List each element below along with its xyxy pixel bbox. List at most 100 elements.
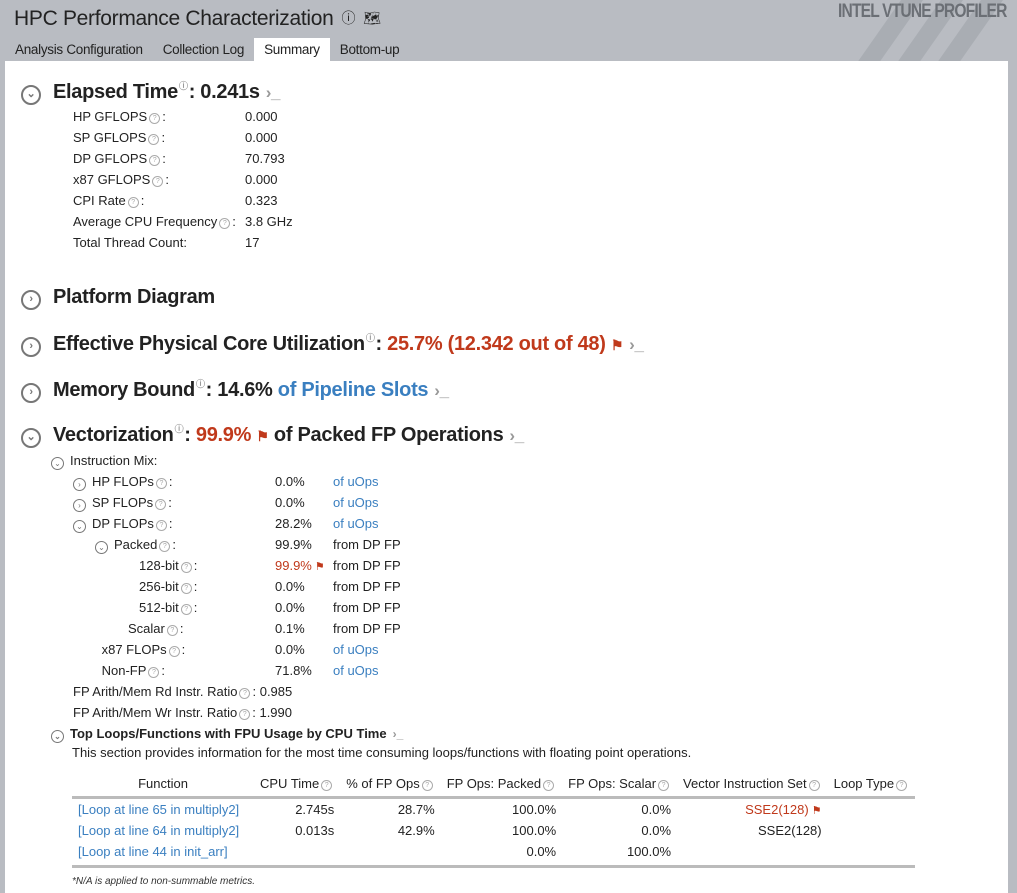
function-link[interactable]: [Loop at line 64 in multiply2] — [72, 820, 254, 841]
mix-value: 0.0% — [275, 600, 305, 615]
column-header[interactable]: FP Ops: Scalar? — [562, 773, 678, 799]
help-icon[interactable]: ? — [808, 780, 820, 791]
mix-unit[interactable]: of uOps — [333, 642, 379, 657]
help-icon[interactable]: ? — [180, 562, 192, 573]
collapse-icon[interactable]: ⌄ — [21, 428, 41, 448]
tab-summary[interactable]: Summary — [254, 38, 330, 61]
metric-label: SP GFLOPS?: — [73, 130, 166, 145]
help-icon[interactable]: ? — [155, 499, 167, 510]
help-icon[interactable]: ? — [180, 583, 192, 594]
column-header[interactable]: CPU Time? — [254, 773, 341, 799]
column-header[interactable]: % of FP Ops? — [340, 773, 441, 799]
help-icon[interactable]: ? — [166, 625, 178, 636]
help-icon[interactable]: ⓘ — [179, 79, 188, 92]
top-loops-description: This section provides information for th… — [72, 745, 692, 760]
column-header[interactable]: Loop Type? — [827, 773, 916, 799]
column-header[interactable]: Function — [72, 773, 254, 799]
collapse-icon[interactable]: ⌄ — [51, 730, 64, 743]
table-row[interactable]: [Loop at line 44 in init_arr] 0.0% 100.0% — [72, 841, 916, 868]
tab-collection-log[interactable]: Collection Log — [153, 38, 254, 61]
help-icon[interactable]: ⓘ — [175, 422, 184, 435]
mix-value: 71.8% — [275, 663, 312, 678]
table-cell: 100.0% — [562, 841, 678, 868]
help-icon[interactable]: ? — [543, 780, 555, 791]
terminal-icon[interactable]: ›_ — [434, 381, 449, 400]
table-header: Function CPU Time?% of FP Ops? FP Ops: Pac… — [72, 773, 916, 799]
help-icon[interactable]: ? — [152, 176, 164, 187]
help-icon[interactable]: ? — [155, 520, 167, 531]
help-icon[interactable]: ? — [148, 134, 160, 145]
help-icon[interactable]: ? — [321, 780, 333, 791]
table-row[interactable]: [Loop at line 64 in multiply2] 0.013s 42.9… — [72, 820, 915, 841]
help-icon[interactable]: ? — [149, 155, 161, 166]
table-cell — [827, 841, 916, 868]
help-icon[interactable]: ? — [180, 604, 192, 615]
map-icon[interactable]: 🗺 — [363, 10, 381, 27]
table-cell: 100.0% — [512, 802, 557, 817]
column-header[interactable]: Vector Instruction Set? — [677, 773, 828, 799]
page-title: HPC Performance Characterization ⓘ 🗺 — [14, 7, 381, 30]
help-icon[interactable]: ? — [149, 113, 161, 124]
help-icon[interactable]: ? — [219, 218, 231, 229]
mix-unit: from DP FP — [333, 621, 401, 636]
metric-label: HP GFLOPS?: — [73, 109, 166, 124]
terminal-icon[interactable]: ›_ — [629, 335, 644, 354]
flag-icon: ⚑ — [610, 337, 624, 353]
mix-label: 256-bit?: — [139, 579, 198, 594]
mix-label: › SP FLOPs?: — [73, 495, 172, 512]
help-icon[interactable]: ? — [159, 541, 171, 552]
metric-label: x87 GFLOPS?: — [73, 172, 169, 187]
expand-icon[interactable]: › — [73, 478, 86, 491]
function-link[interactable]: [Loop at line 65 in multiply2] — [72, 798, 254, 821]
mix-unit[interactable]: of uOps — [333, 516, 379, 531]
help-icon[interactable]: ? — [896, 780, 908, 791]
tab-analysis-configuration[interactable]: Analysis Configuration — [5, 38, 153, 61]
terminal-icon[interactable]: ›_ — [266, 83, 281, 102]
function-link[interactable]: [Loop at line 44 in init_arr] — [72, 841, 254, 868]
mix-unit[interactable]: of uOps — [333, 663, 379, 678]
expand-icon[interactable]: › — [21, 383, 41, 403]
terminal-icon[interactable]: ›_ — [509, 426, 524, 445]
metric-value: 0.000 — [245, 172, 278, 187]
top-loops-header: ⌄ Top Loops/Functions with FPU Usage by C… — [51, 726, 403, 743]
section-platform-diagram: › Platform Diagram — [21, 286, 215, 310]
help-icon[interactable]: ⓘ — [366, 331, 375, 344]
tab-bottom-up[interactable]: Bottom-up — [330, 38, 410, 61]
mix-value: 0.0% — [275, 642, 305, 657]
collapse-icon[interactable]: ⌄ — [51, 457, 64, 470]
mix-unit[interactable]: of uOps — [333, 474, 379, 489]
metric-value: 17 — [245, 235, 260, 250]
column-header[interactable]: FP Ops: Packed? — [440, 773, 563, 799]
mix-label: ⌄ Packed?: — [95, 537, 176, 554]
flag-icon: ⚑ — [311, 561, 325, 573]
expand-icon[interactable]: › — [73, 499, 86, 512]
collapse-icon[interactable]: ⌄ — [95, 541, 108, 554]
section-core-utilization: › Effective Physical Core Utilizationⓘ: 2… — [21, 331, 644, 357]
expand-icon[interactable]: › — [21, 290, 41, 310]
top-loops-table: Function CPU Time?% of FP Ops? FP Ops: Pac… — [72, 773, 916, 868]
mix-unit[interactable]: of uOps — [333, 495, 379, 510]
help-icon[interactable]: ⓘ — [196, 377, 205, 390]
help-icon[interactable]: ⓘ — [342, 8, 356, 28]
table-cell: 100.0% — [512, 823, 557, 838]
table-cell — [340, 841, 441, 868]
help-icon[interactable]: ? — [155, 478, 167, 489]
help-icon[interactable]: ? — [168, 646, 180, 657]
help-icon[interactable]: ? — [127, 197, 139, 208]
flag-icon: ⚑ — [256, 428, 269, 444]
help-icon[interactable]: ? — [421, 780, 433, 791]
help-icon[interactable]: ? — [658, 780, 670, 791]
help-icon[interactable]: ? — [148, 667, 160, 678]
table-cell: 0.0% — [641, 802, 672, 817]
collapse-icon[interactable]: ⌄ — [73, 520, 86, 533]
table-cell: 2.745s — [295, 802, 335, 817]
mix-label: ⌄ DP FLOPs?: — [73, 516, 173, 533]
table-row[interactable]: [Loop at line 65 in multiply2] 2.745s 28.7… — [72, 798, 915, 821]
expand-icon[interactable]: › — [21, 337, 41, 357]
help-icon[interactable]: ? — [239, 709, 251, 720]
mix-value: 0.0% — [275, 495, 305, 510]
terminal-icon[interactable]: ›_ — [393, 727, 404, 741]
mix-unit: from DP FP — [333, 600, 401, 615]
collapse-icon[interactable]: ⌄ — [21, 85, 41, 105]
help-icon[interactable]: ? — [239, 688, 251, 699]
